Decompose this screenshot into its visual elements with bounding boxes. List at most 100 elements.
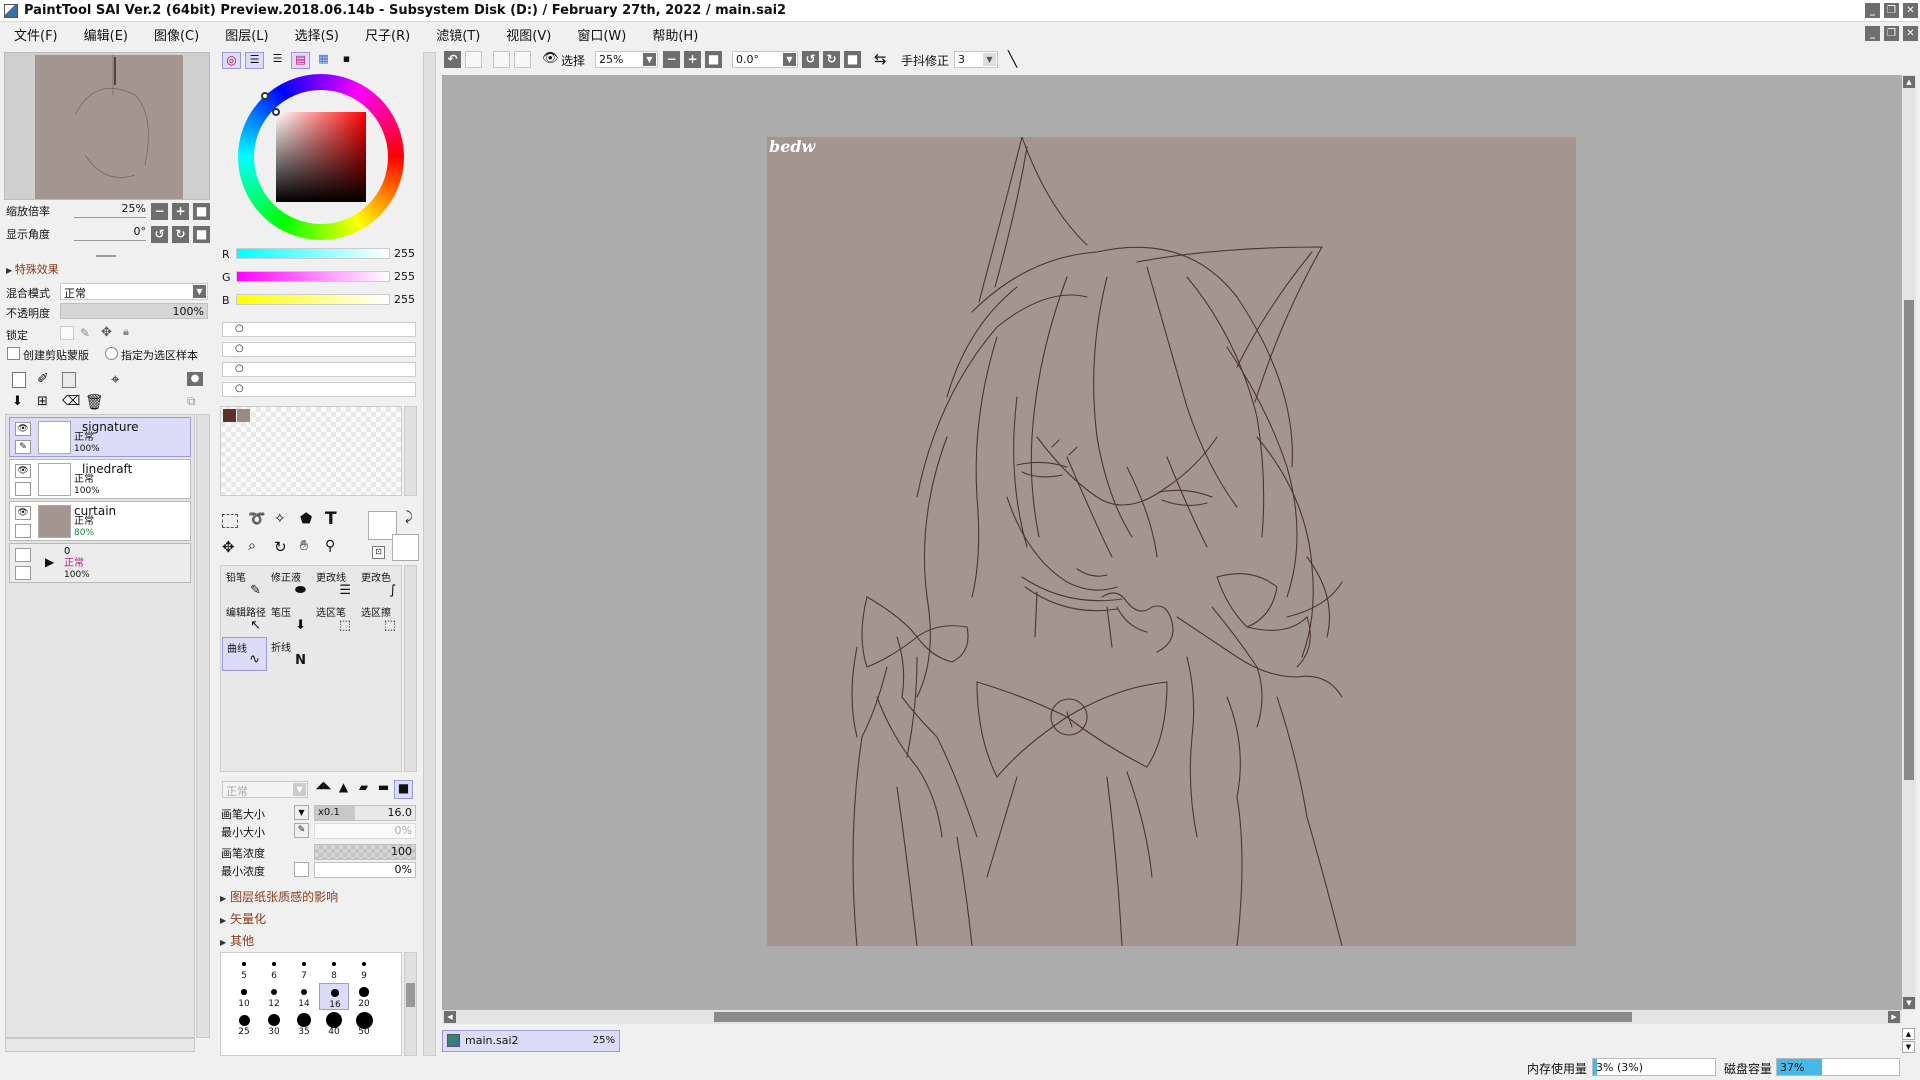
zoom-in-button[interactable]: + [172,203,189,220]
lock-toggle[interactable] [15,482,31,496]
saturation-value-square[interactable] [276,112,366,202]
navigator-preview[interactable] [4,52,210,200]
background-color[interactable] [392,534,419,561]
brush-preset[interactable]: 9 [349,955,379,982]
menu-ruler[interactable]: 尺子(R) [350,25,421,44]
toolbar-rotate-right-button[interactable]: ↻ [823,51,840,68]
lock-toggle[interactable] [15,566,31,580]
tool-edit-path[interactable]: 编辑路径 ↖ [222,602,267,636]
menu-image[interactable]: 图像(C) [139,25,210,44]
b-slider[interactable] [236,294,390,305]
other-section[interactable]: 其他 [220,932,254,949]
line-straighten-icon[interactable]: ╲ [1008,50,1017,68]
min-density-slider[interactable]: 0% [314,862,416,878]
canvas-hscrollbar[interactable]: ◀ ▶ [442,1010,1902,1024]
lock-toggle[interactable] [15,524,31,538]
magic-wand-icon[interactable]: ✧ [274,511,286,527]
new-folder-icon[interactable] [62,372,76,388]
canvas[interactable]: bedw [767,137,1576,946]
brush-preset[interactable]: 20 [349,983,379,1010]
brush-shape-flat-icon[interactable]: ▬ [374,780,393,799]
toolbar-rotate-reset-button[interactable]: ■ [844,51,861,68]
r-value[interactable]: 255 [394,247,415,260]
scroll-down-arrow-icon[interactable]: ▼ [1903,997,1915,1009]
eyedropper-icon[interactable]: ⚲ [325,538,335,554]
brush-preset[interactable]: 50 [349,1011,379,1038]
zoom-slider[interactable]: 25% [74,202,146,218]
density-slider[interactable]: 100 [314,844,416,860]
tool-pencil[interactable]: 铅笔 ✎ [222,567,267,601]
min-density-checkbox[interactable] [294,862,309,877]
lock-icon[interactable]: 🔒︎ [123,325,129,339]
min-size-slider[interactable]: 0% [314,823,416,839]
canvas-vscrollbar[interactable]: ▲ ▼ [1902,75,1916,1010]
brush-mode-select[interactable]: 正常 ▼ [222,781,308,798]
angle-slider[interactable]: 0° [74,225,146,241]
swatch-scrollbar[interactable] [404,406,417,496]
canvas-workspace[interactable]: bedw [442,75,1902,1010]
clip-checkbox[interactable] [7,347,20,360]
tool-select-pen[interactable]: 选区笔 ⬚ [312,602,357,636]
pencil-icon[interactable]: ✎ [15,440,31,454]
swatch[interactable] [223,409,236,422]
b-value[interactable]: 255 [394,293,415,306]
merge-down-icon[interactable]: ⬇ [12,394,23,409]
document-tab[interactable]: main.sai2 25% [442,1030,620,1052]
layer-item[interactable]: 👁︎ curtain 正常 80% [9,501,191,541]
menu-window[interactable]: 窗口(W) [562,25,637,44]
brush-preset[interactable]: 16 [319,983,349,1010]
close-button[interactable]: ✕ [1903,3,1918,18]
brush-shape-hard-icon[interactable]: ▰ [354,780,373,799]
clear-layer-icon[interactable]: ⌫ [62,394,80,409]
deselect-button[interactable] [493,51,510,68]
menu-help[interactable]: 帮助(H) [637,25,709,44]
transform-icon[interactable]: ⌖ [111,370,119,388]
mask-icon[interactable]: ● [187,372,203,386]
brush-preset[interactable]: 25 [229,1011,259,1038]
brush-preset[interactable]: 40 [319,1011,349,1038]
tool-scrollbar[interactable] [404,565,417,772]
brush-preset[interactable]: 30 [259,1011,289,1038]
new-linework-icon[interactable]: ✐ [37,371,49,387]
brush-size-slider[interactable]: x0.1 16.0 [314,805,416,821]
scratchpad-tab[interactable]: ▪ [337,52,356,69]
layer-options-icon[interactable]: ⧉ [187,394,196,409]
zoom-icon[interactable]: ⌕ [248,538,256,554]
zoom-reset-button[interactable]: ■ [193,203,210,220]
toolbar-rotate-left-button[interactable]: ↺ [802,51,819,68]
min-size-pen-icon[interactable]: ✎ [294,823,309,838]
layer-scrollbar[interactable] [196,414,210,1038]
tab-scroll-down-arrow-icon[interactable]: ▼ [1902,1041,1915,1053]
tool-edit-color[interactable]: 更改色 ∫ [357,567,402,601]
toolbar-zoom-in-button[interactable]: + [684,51,701,68]
effects-section-header[interactable]: ▶ 特殊效果 [6,261,59,277]
swatch[interactable] [237,409,250,422]
rotate-reset-button[interactable]: ■ [193,226,210,243]
lock-move-icon[interactable]: ✥ [101,325,112,340]
layer-item[interactable]: 👁︎ ✎ signature 正常 100% [9,417,191,457]
menu-edit[interactable]: 编辑(E) [69,25,139,44]
preset-scroll-thumb[interactable] [406,983,415,1007]
rotate-right-button[interactable]: ↻ [172,226,189,243]
scroll-right-arrow-icon[interactable]: ▶ [1888,1011,1900,1023]
brush-preset[interactable]: 5 [229,955,259,982]
scroll-left-arrow-icon[interactable]: ◀ [444,1011,456,1023]
lock-paint-icon[interactable]: ✎ [80,326,90,340]
brush-preset[interactable]: 6 [259,955,289,982]
transparent-color-icon[interactable]: ⊡ [372,546,385,559]
panel-splitter[interactable] [423,52,436,1056]
undo-button[interactable]: ↶ [444,51,461,68]
brush-preset[interactable]: 12 [259,983,289,1010]
swap-colors-icon[interactable]: ⤸ [405,510,413,525]
eye-icon[interactable]: 👁︎ [15,422,31,436]
brush-shape-medium-icon[interactable]: ▲ [334,780,353,799]
rect-select-icon[interactable] [222,514,238,528]
rotate-left-button[interactable]: ↺ [151,226,168,243]
menu-filter[interactable]: 滤镜(T) [421,25,491,44]
brush-preset[interactable]: 10 [229,983,259,1010]
blend-mode-select[interactable]: 正常 ▼ [60,283,208,300]
rotate-icon[interactable]: ↻ [274,538,287,556]
paper-texture-section[interactable]: 图层纸张质感的影响 [220,888,338,905]
color-set-bar[interactable]: ○ [222,342,416,357]
tool-curve[interactable]: 曲线 ∿ [222,637,267,671]
